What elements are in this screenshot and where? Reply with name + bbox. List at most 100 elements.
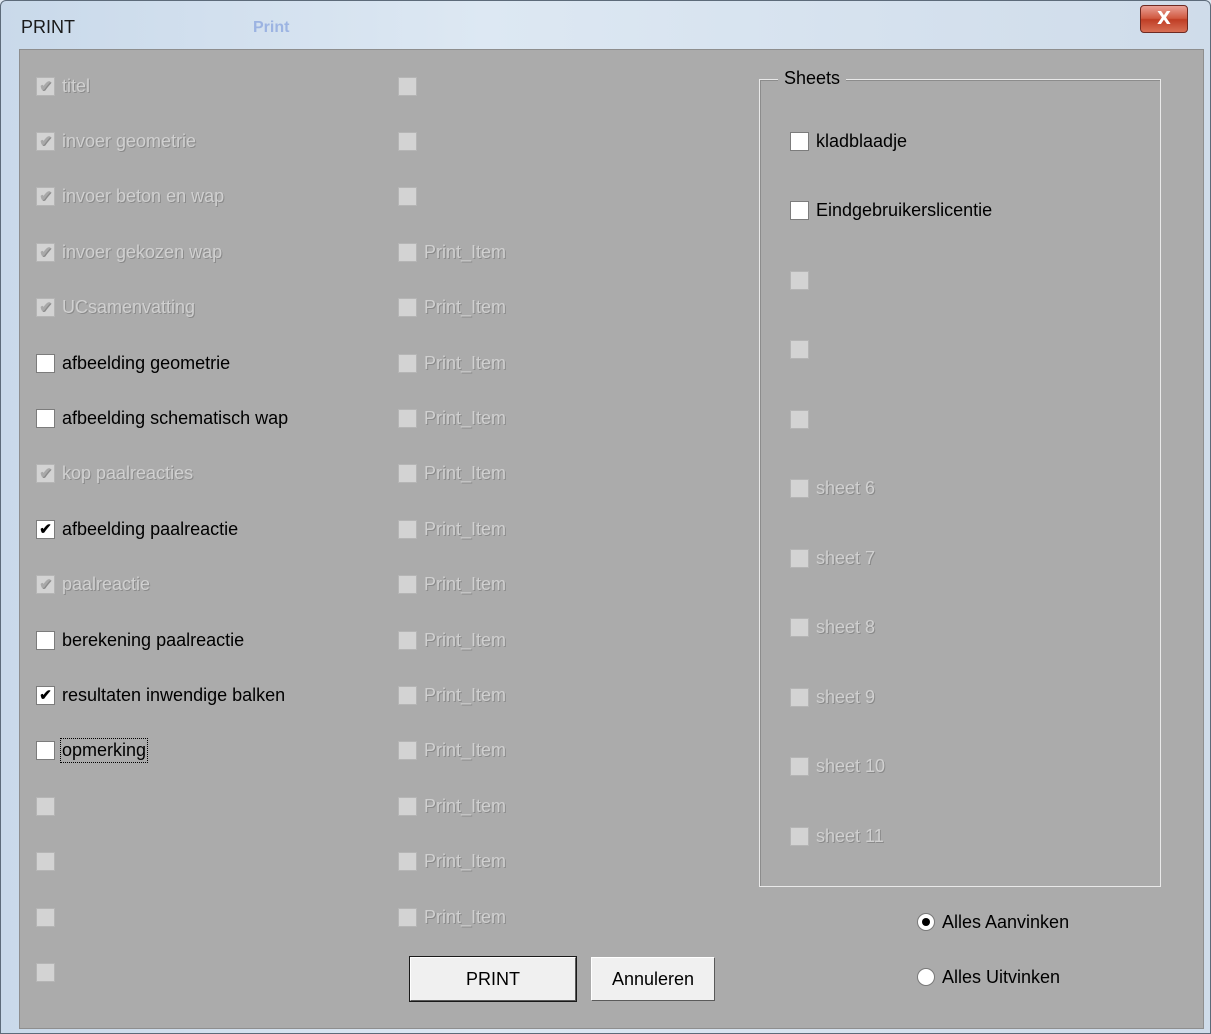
checkbox-box bbox=[398, 464, 417, 484]
radio-check-all[interactable]: Alles Aanvinken bbox=[917, 909, 1069, 935]
checkmark-icon[interactable] bbox=[36, 519, 55, 539]
sheet-checkbox-1[interactable]: kladblaadje bbox=[790, 127, 907, 155]
report-item-checkbox-1: titel bbox=[36, 72, 90, 100]
checkmark-icon bbox=[36, 464, 55, 484]
report-item-checkbox-4: invoer gekozen wap bbox=[36, 238, 222, 266]
checkmark-icon bbox=[36, 242, 55, 262]
background-window-title: Print bbox=[253, 19, 290, 36]
report-item-checkbox-14 bbox=[36, 792, 62, 820]
checkbox-box bbox=[790, 340, 809, 359]
checkbox-box bbox=[790, 409, 809, 429]
checkmark-icon bbox=[36, 298, 55, 318]
print-item-checkbox-14: Print_Item bbox=[398, 792, 506, 820]
checkbox-box bbox=[790, 618, 809, 637]
sheet-checkbox-label: sheet 6 bbox=[816, 478, 876, 498]
report-item-checkbox-5: UCsamenvatting bbox=[36, 294, 195, 322]
report-item-checkbox-8: kop paalreacties bbox=[36, 460, 193, 488]
report-item-checkbox-label: afbeelding paalreactie bbox=[62, 518, 239, 539]
report-item-checkbox-3: invoer beton en wap bbox=[36, 183, 224, 211]
print-item-checkbox-12: Print_Item bbox=[398, 681, 506, 709]
report-item-checkbox-label: afbeelding geometrie bbox=[62, 352, 231, 373]
close-button[interactable]: X bbox=[1140, 5, 1188, 33]
sheet-checkbox-2[interactable]: Eindgebruikerslicentie bbox=[790, 197, 992, 225]
checkbox-box[interactable] bbox=[36, 630, 55, 650]
print-item-checkbox-label: Print_Item bbox=[424, 463, 507, 484]
print-item-checkbox-13: Print_Item bbox=[398, 737, 506, 765]
checkbox-box bbox=[398, 187, 417, 207]
checkbox-box bbox=[36, 796, 55, 816]
report-item-checkbox-label: invoer gekozen wap bbox=[62, 241, 223, 262]
window-title: PRINT bbox=[21, 17, 75, 37]
report-item-checkbox-label: titel bbox=[62, 75, 91, 96]
cancel-button-label: Annuleren bbox=[611, 968, 695, 989]
checkbox-box bbox=[398, 353, 417, 373]
checkmark-icon bbox=[36, 187, 55, 207]
report-item-checkbox-9[interactable]: afbeelding paalreactie bbox=[36, 515, 238, 543]
print-item-checkbox-label: Print_Item bbox=[424, 795, 507, 816]
checkbox-box bbox=[398, 852, 417, 872]
print-item-checkbox-6: Print_Item bbox=[398, 349, 506, 377]
print-item-checkbox-label: Print_Item bbox=[424, 740, 507, 761]
print-item-checkbox-9: Print_Item bbox=[398, 515, 506, 543]
report-item-checkbox-7[interactable]: afbeelding schematisch wap bbox=[36, 404, 288, 432]
report-item-checkbox-13[interactable]: opmerking bbox=[36, 737, 149, 765]
checkbox-box bbox=[790, 270, 809, 290]
sheet-checkbox-10: sheet 10 bbox=[790, 753, 885, 781]
sheet-checkbox-7: sheet 7 bbox=[790, 544, 875, 572]
checkmark-icon bbox=[36, 76, 55, 96]
print-item-checkbox-1 bbox=[398, 72, 424, 100]
report-item-checkbox-label: invoer geometrie bbox=[62, 130, 197, 151]
checkbox-box bbox=[398, 796, 417, 816]
print-item-checkbox-label: Print_Item bbox=[424, 629, 507, 650]
report-item-checkbox-2: invoer geometrie bbox=[36, 127, 196, 155]
checkbox-box[interactable] bbox=[36, 741, 55, 761]
print-item-checkbox-label: Print_Item bbox=[424, 241, 507, 262]
print-dialog: PRINT Print X Sheets PRINT Annuleren All… bbox=[0, 0, 1211, 1034]
sheets-frame-title: Sheets bbox=[778, 68, 847, 89]
sheet-checkbox-label: sheet 9 bbox=[816, 686, 876, 707]
checkbox-box bbox=[398, 242, 417, 262]
checkbox-box bbox=[36, 852, 55, 872]
sheet-checkbox-label: kladblaadje bbox=[816, 130, 908, 151]
checkmark-icon[interactable] bbox=[36, 685, 55, 705]
sheet-checkbox-label: sheet 8 bbox=[816, 617, 876, 637]
checkbox-box bbox=[398, 630, 417, 650]
cancel-button[interactable]: Annuleren bbox=[591, 957, 715, 1001]
checkbox-box bbox=[398, 685, 417, 705]
radio-check-all-label: Alles Aanvinken bbox=[942, 911, 1070, 932]
print-item-checkbox-16: Print_Item bbox=[398, 903, 506, 931]
report-item-checkbox-11[interactable]: berekening paalreactie bbox=[36, 626, 244, 654]
print-button[interactable]: PRINT bbox=[409, 956, 577, 1002]
sheet-checkbox-8: sheet 8 bbox=[790, 614, 875, 642]
print-item-checkbox-5: Print_Item bbox=[398, 294, 506, 322]
print-item-checkbox-3 bbox=[398, 183, 424, 211]
title-bar[interactable]: PRINT Print X bbox=[1, 1, 1210, 49]
radio-check-all-dot[interactable] bbox=[917, 913, 935, 931]
checkbox-box[interactable] bbox=[790, 131, 809, 151]
checkbox-box[interactable] bbox=[36, 408, 55, 428]
checkbox-box bbox=[398, 907, 417, 927]
report-item-checkbox-16 bbox=[36, 903, 62, 931]
checkbox-box bbox=[398, 298, 417, 318]
checkbox-box bbox=[398, 575, 417, 595]
checkbox-box[interactable] bbox=[36, 353, 55, 373]
radio-uncheck-all-label: Alles Uitvinken bbox=[942, 966, 1061, 987]
sheet-checkbox-label: Eindgebruikerslicentie bbox=[816, 200, 993, 220]
radio-uncheck-all[interactable]: Alles Uitvinken bbox=[917, 964, 1060, 990]
print-button-label: PRINT bbox=[466, 968, 520, 989]
report-item-checkbox-6[interactable]: afbeelding geometrie bbox=[36, 349, 230, 377]
print-item-checkbox-11: Print_Item bbox=[398, 626, 506, 654]
checkbox-box bbox=[36, 962, 55, 982]
checkbox-box bbox=[36, 907, 55, 927]
sheet-checkbox-5 bbox=[790, 405, 816, 433]
radio-uncheck-all-dot[interactable] bbox=[917, 968, 935, 986]
sheet-checkbox-9: sheet 9 bbox=[790, 683, 875, 711]
sheet-checkbox-label: sheet 7 bbox=[816, 547, 876, 568]
print-item-checkbox-4: Print_Item bbox=[398, 238, 506, 266]
checkbox-box bbox=[398, 408, 417, 428]
checkbox-box bbox=[398, 131, 417, 151]
checkbox-box bbox=[790, 548, 809, 568]
report-item-checkbox-12[interactable]: resultaten inwendige balken bbox=[36, 681, 285, 709]
checkbox-box[interactable] bbox=[790, 201, 809, 220]
sheet-checkbox-3 bbox=[790, 266, 816, 294]
